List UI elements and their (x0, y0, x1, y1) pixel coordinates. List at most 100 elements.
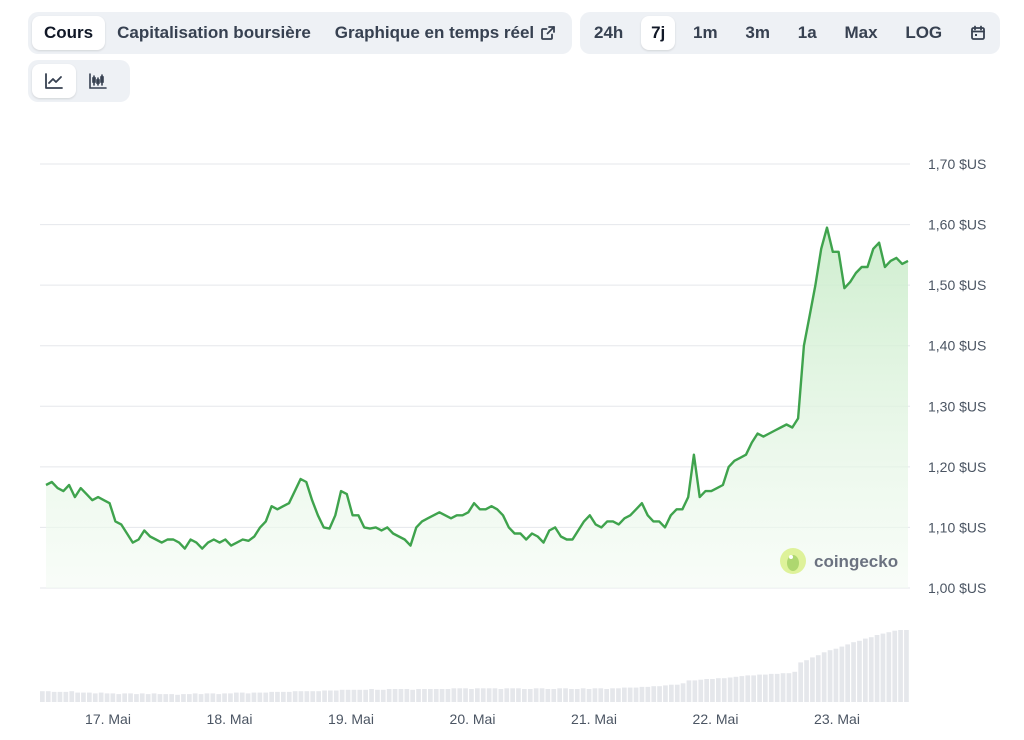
volume-bar (692, 680, 698, 702)
volume-bar (622, 687, 627, 702)
volume-bar (351, 689, 357, 702)
volume-bar (880, 633, 886, 702)
volume-bar (410, 689, 415, 702)
volume-bar (40, 691, 45, 702)
volume-bar (275, 691, 280, 702)
volume-bar (304, 691, 310, 702)
volume-bar (386, 689, 392, 702)
y-tick-label: 1,20 $US (928, 459, 986, 475)
y-tick-label: 1,50 $US (928, 277, 986, 293)
volume-bar (45, 691, 51, 702)
y-tick-label: 1,70 $US (928, 156, 986, 172)
volume-bar (328, 690, 333, 702)
volume-bar (175, 694, 180, 702)
volume-bar (768, 673, 774, 702)
volume-bar (286, 691, 292, 702)
y-tick-label: 1,30 $US (928, 398, 986, 414)
volume-bar (451, 688, 457, 702)
volume-bar (298, 691, 304, 702)
volume-bar (827, 650, 833, 702)
volume-bar (792, 671, 798, 702)
volume-bar (598, 688, 604, 702)
volume-bar (51, 691, 57, 702)
volume-bar (845, 644, 850, 702)
volume-bars (40, 630, 909, 702)
volume-bar (868, 637, 874, 702)
x-tick-label: 18. Mai (207, 711, 253, 727)
volume-bar (198, 694, 204, 702)
volume-bar (680, 683, 686, 702)
volume-bar (192, 693, 198, 702)
volume-bar (580, 688, 586, 702)
volume-bar (627, 687, 633, 702)
volume-bar (475, 688, 480, 702)
watermark-text: coingecko (814, 552, 898, 571)
volume-bar (898, 630, 903, 702)
volume-bar (339, 689, 345, 702)
volume-bar (839, 646, 845, 702)
volume-bar (851, 642, 856, 702)
volume-bar (815, 655, 821, 702)
volume-bar (657, 686, 662, 702)
volume-bar (234, 692, 239, 702)
price-chart: 1,70 $US 1,60 $US 1,50 $US 1,40 $US 1,30 $US… (40, 156, 986, 727)
volume-bar (416, 689, 421, 702)
volume-bar (333, 690, 339, 702)
volume-bar (87, 692, 92, 702)
volume-bar (428, 689, 433, 702)
x-axis-labels: 17. Mai 18. Mai 19. Mai 20. Mai 21. Mai 22. M… (85, 711, 860, 727)
volume-bar (322, 690, 327, 702)
y-tick-label: 1,00 $US (928, 580, 986, 596)
volume-bar (486, 688, 492, 702)
volume-bar (586, 689, 592, 702)
volume-bar (139, 693, 145, 702)
volume-bar (216, 694, 222, 702)
y-axis-labels: 1,70 $US 1,60 $US 1,50 $US 1,40 $US 1,30 $US… (928, 156, 986, 596)
x-tick-label: 22. Mai (693, 711, 739, 727)
volume-bar (892, 630, 898, 702)
volume-bar (651, 686, 657, 702)
volume-bar (669, 684, 674, 702)
volume-bar (69, 691, 75, 702)
volume-bar (574, 689, 580, 702)
volume-bar (763, 674, 768, 702)
volume-bar (257, 692, 263, 702)
volume-bar (239, 692, 245, 702)
volume-bar (228, 693, 233, 702)
volume-bar (604, 689, 609, 702)
volume-bar (375, 689, 380, 702)
volume-bar (281, 691, 286, 702)
volume-bar (363, 689, 368, 702)
volume-bar (251, 692, 257, 702)
volume-bar (698, 679, 704, 702)
volume-bar (204, 693, 210, 702)
volume-bar (128, 693, 133, 702)
volume-bar (504, 688, 510, 702)
x-tick-label: 20. Mai (450, 711, 496, 727)
volume-bar (292, 691, 298, 702)
volume-bar (833, 648, 839, 702)
volume-bar (98, 692, 104, 702)
volume-bar (610, 688, 615, 702)
volume-bar (222, 693, 227, 702)
volume-bar (116, 694, 122, 702)
volume-bar (263, 692, 269, 702)
volume-bar (57, 691, 63, 702)
volume-bar (510, 688, 515, 702)
volume-bar (545, 689, 551, 702)
volume-bar (557, 688, 562, 702)
volume-bar (75, 692, 80, 702)
y-tick-label: 1,60 $US (928, 217, 986, 233)
volume-bar (663, 685, 668, 702)
volume-bar (674, 684, 680, 702)
volume-bar (492, 688, 498, 702)
volume-bar (169, 694, 174, 702)
volume-bar (633, 687, 639, 702)
volume-bar (592, 688, 598, 702)
volume-bar (457, 688, 463, 702)
volume-bar (810, 657, 815, 702)
volume-bar (639, 686, 645, 702)
volume-bar (145, 694, 151, 702)
volume-bar (433, 689, 439, 702)
volume-bar (380, 689, 386, 702)
